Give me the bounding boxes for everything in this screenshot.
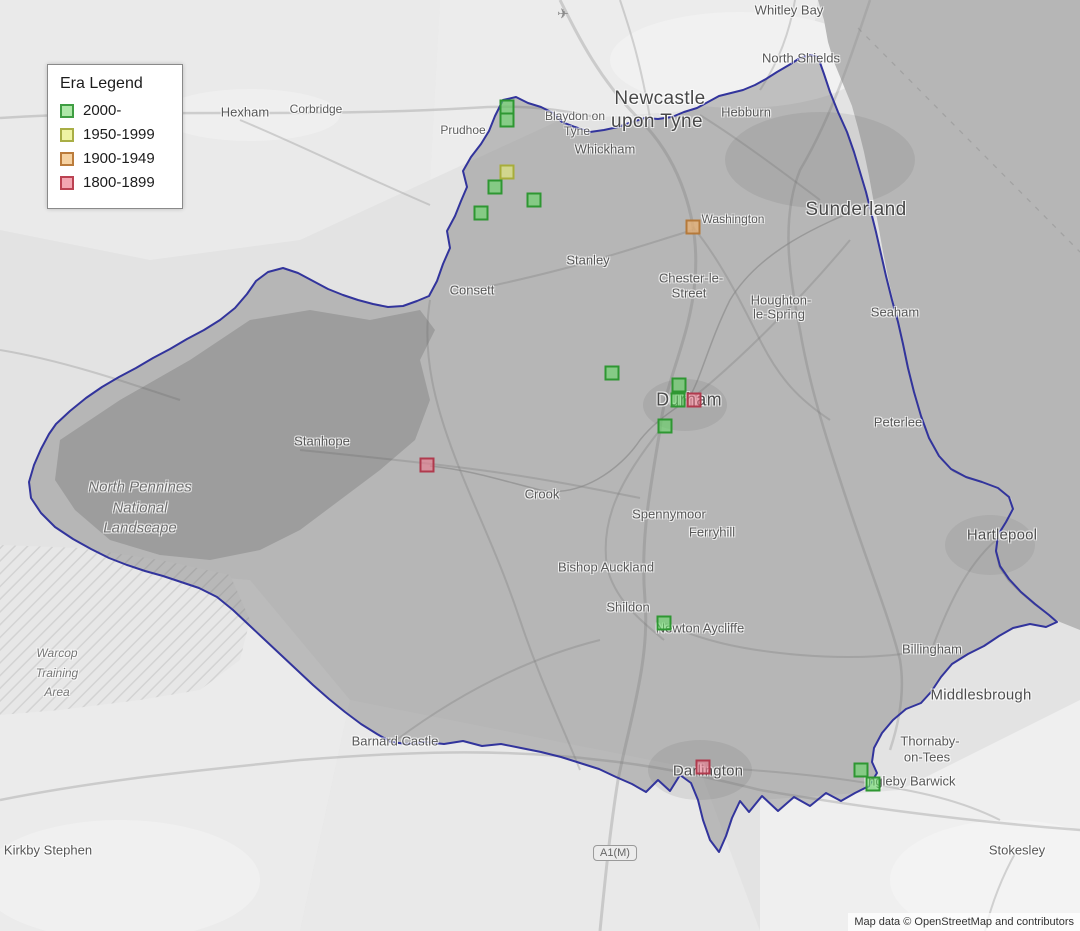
era-legend: Era Legend 2000- 1950-1999 1900-1949 180… <box>47 64 183 209</box>
era-marker-2000[interactable] <box>671 393 686 408</box>
era-marker-1900-1949[interactable] <box>686 220 701 235</box>
legend-label-1950-1999: 1950-1999 <box>83 126 155 143</box>
legend-item-2000: 2000- <box>60 102 170 119</box>
era-marker-1800-1899[interactable] <box>696 760 711 775</box>
era-marker-2000[interactable] <box>527 193 542 208</box>
era-marker-1950-1999[interactable] <box>500 165 515 180</box>
era-marker-2000[interactable] <box>657 616 672 631</box>
legend-chip-1800-1899 <box>60 176 74 190</box>
legend-chip-1950-1999 <box>60 128 74 142</box>
era-marker-2000[interactable] <box>605 366 620 381</box>
legend-label-1900-1949: 1900-1949 <box>83 150 155 167</box>
legend-item-1950-1999: 1950-1999 <box>60 126 170 143</box>
map-attribution: Map data © OpenStreetMap and contributor… <box>848 913 1080 931</box>
legend-item-1900-1949: 1900-1949 <box>60 150 170 167</box>
era-marker-2000[interactable] <box>474 206 489 221</box>
era-marker-2000[interactable] <box>854 763 869 778</box>
legend-chip-1900-1949 <box>60 152 74 166</box>
era-marker-2000[interactable] <box>672 378 687 393</box>
legend-label-1800-1899: 1800-1899 <box>83 174 155 191</box>
legend-label-2000: 2000- <box>83 102 121 119</box>
era-marker-1800-1899[interactable] <box>420 458 435 473</box>
legend-chip-2000 <box>60 104 74 118</box>
era-marker-2000[interactable] <box>866 777 881 792</box>
era-marker-2000[interactable] <box>500 113 515 128</box>
era-marker-2000[interactable] <box>488 180 503 195</box>
era-marker-2000[interactable] <box>658 419 673 434</box>
map-canvas[interactable]: Whitley BayNorth ShieldsNewcastleupon Ty… <box>0 0 1080 931</box>
legend-item-1800-1899: 1800-1899 <box>60 174 170 191</box>
legend-title: Era Legend <box>60 75 170 93</box>
era-marker-1800-1899[interactable] <box>687 393 702 408</box>
